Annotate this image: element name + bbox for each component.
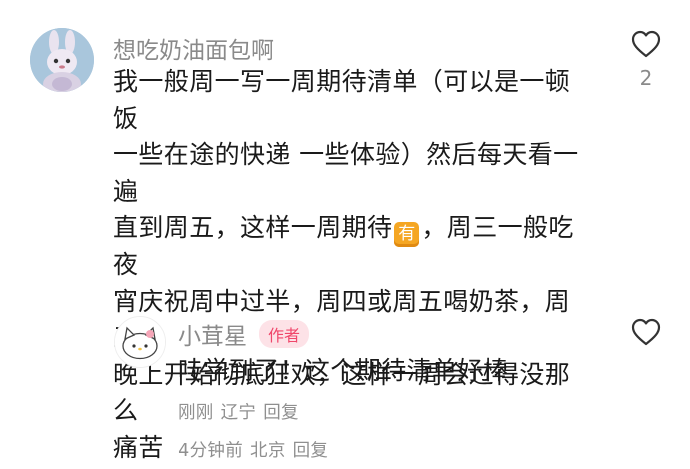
author-badge: 作者 (259, 320, 309, 348)
reply-time: 刚刚 (178, 403, 214, 423)
reply-button[interactable]: 回复 (263, 403, 299, 423)
comment-text-segment: 直到周五，这样一周期待 (113, 213, 392, 242)
reply-location: 辽宁 (221, 403, 257, 423)
bunny-plush-icon (30, 28, 94, 92)
like-button[interactable]: 2 (624, 30, 668, 90)
comment-text-segment: 痛苦 (113, 433, 164, 462)
heart-icon (631, 318, 661, 346)
comment-text-line: 直到周五，这样一周期待有，周三一般吃夜 (113, 210, 593, 284)
comment-text-line: 痛苦 4分钟前北京回复 (113, 430, 593, 469)
comment-time: 4分钟前 (178, 441, 243, 461)
reply-text: 哇学到了！这个期待清单好棒 (178, 353, 508, 390)
like-count: 2 (624, 66, 668, 90)
reply-username-row: 小茸星作者 (178, 317, 309, 351)
reply-username[interactable]: 小茸星 (178, 324, 247, 350)
kitty-icon (115, 317, 165, 367)
comment-username[interactable]: 想吃奶油面包啊 (113, 31, 274, 65)
reply-button[interactable]: 回复 (293, 441, 329, 461)
heart-icon (631, 30, 661, 58)
user-avatar[interactable] (30, 28, 94, 92)
comment-meta: 4分钟前北京回复 (178, 441, 335, 461)
like-button[interactable] (624, 318, 668, 350)
reply-meta: 刚刚辽宁回复 (178, 399, 306, 424)
comment-text-line: 一些在途的快递 一些体验）然后每天看一遍 (113, 137, 593, 210)
user-avatar[interactable] (114, 316, 166, 368)
you-emoji-icon: 有 (394, 222, 419, 247)
comment-text-line: 我一般周一写一周期待清单（可以是一顿饭 (113, 64, 593, 137)
comment-location: 北京 (250, 441, 286, 461)
